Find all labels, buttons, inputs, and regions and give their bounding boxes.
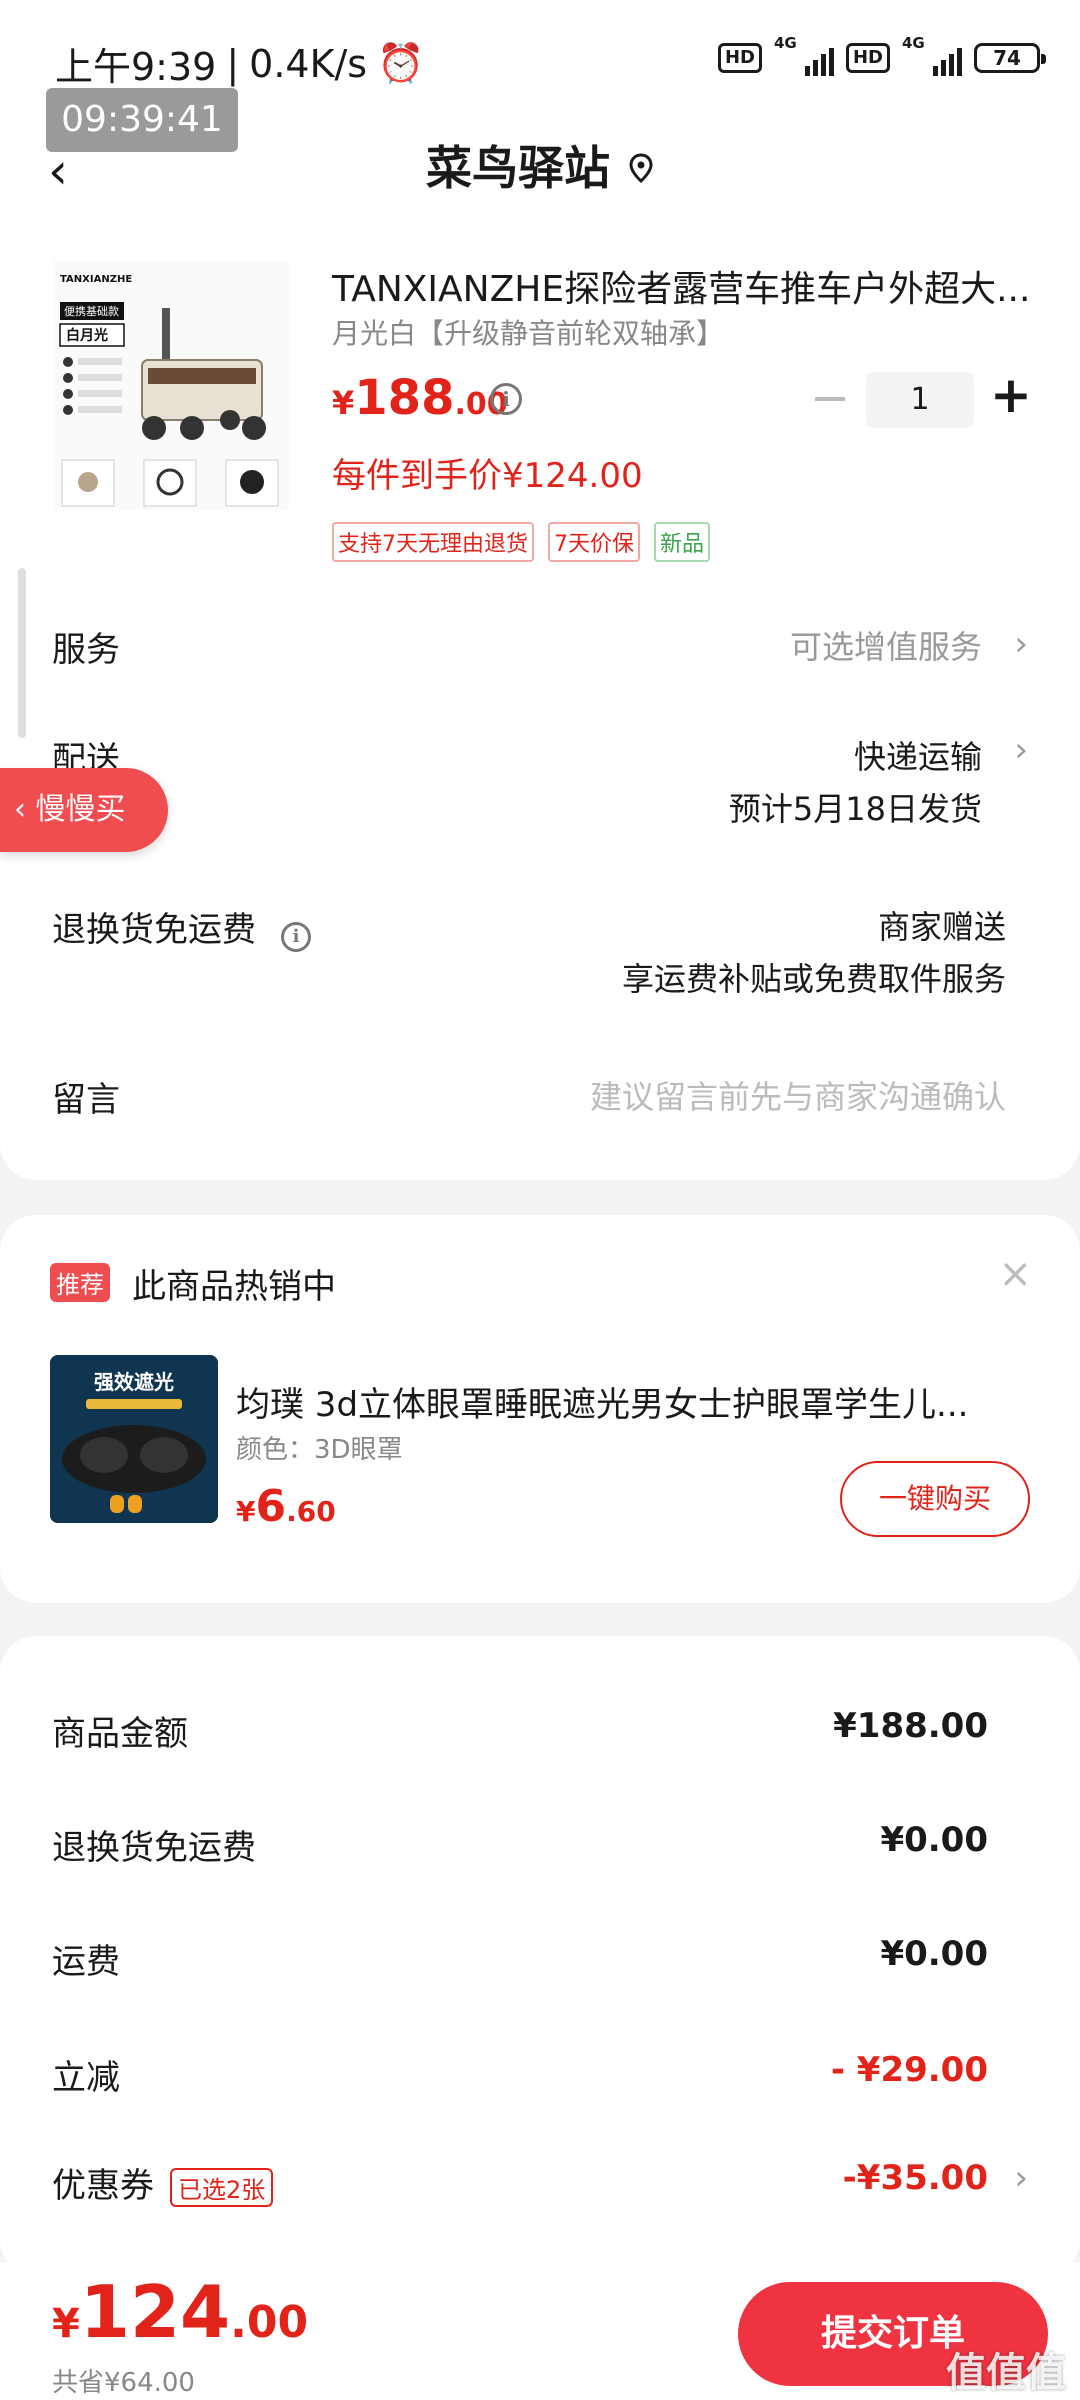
alarm-icon: ⏰ — [377, 41, 425, 85]
status-speed: 0.4K/s — [249, 41, 368, 86]
svg-text:便携基础款: 便携基础款 — [64, 304, 119, 318]
recommend-image[interactable]: 强效遮光 — [50, 1355, 218, 1523]
quantity-increase-button[interactable]: + — [990, 366, 1032, 424]
product-tags: 支持7天无理由退货 7天价保 新品 — [332, 522, 711, 562]
hd-icon: HD — [845, 43, 890, 73]
chevron-left-icon: ‹ — [14, 792, 26, 827]
order-card: TANXIANZHE 便携基础款 白月光 TANXIANZHE探险者露营车推车户… — [0, 220, 1080, 1180]
clock-overlay: 09:39:41 — [46, 88, 238, 152]
summary-row: 立减 - ¥29.00 — [52, 2050, 988, 2098]
recommend-spec: 颜色：3D眼罩 — [236, 1435, 403, 1465]
service-row[interactable]: 服务 可选增值服务 › — [52, 622, 1028, 671]
battery-icon: 74 — [974, 43, 1046, 73]
quantity-value[interactable]: 1 — [866, 372, 974, 428]
status-time: 上午9:39 — [55, 45, 217, 89]
chevron-right-icon: › — [1014, 624, 1028, 664]
final-unit-price: 每件到手价¥124.00 — [332, 456, 643, 496]
saved-amount: 共省¥64.00 — [52, 2368, 195, 2398]
coupon-count-tag: 已选2张 — [170, 2168, 274, 2207]
product-spec[interactable]: 月光白【升级静音前轮双轴承】 — [332, 312, 724, 352]
product-thumbnail[interactable]: TANXIANZHE 便携基础款 白月光 — [54, 260, 289, 510]
summary-row: 运费 ¥0.00 — [52, 1934, 988, 1982]
summary-row: 商品金额 ¥188.00 — [52, 1706, 988, 1754]
coupon-row[interactable]: 优惠券 已选2张 -¥35.00 › — [52, 2158, 1028, 2207]
info-icon[interactable]: i — [281, 921, 312, 952]
product-name[interactable]: TANXIANZHE探险者露营车推车户外超大... — [332, 260, 1032, 312]
signal-icon: 4G — [774, 34, 834, 76]
chevron-right-icon: › — [1014, 2158, 1028, 2198]
recommend-price: ¥6.60 — [236, 1481, 336, 1532]
delivery-date: 预计5月18日发货 — [728, 790, 982, 828]
tag-return: 支持7天无理由退货 — [332, 522, 534, 562]
chevron-right-icon: › — [1014, 730, 1028, 770]
recommend-card: 推荐 此商品热销中 × 强效遮光 均璞 3d立体眼罩睡眠遮光男女士护眼罩学生儿.… — [0, 1215, 1080, 1603]
status-right: HD 4G HD 4G 74 — [717, 34, 1046, 76]
tag-new: 新品 — [654, 522, 711, 562]
delivery-row[interactable]: 配送 快递运输 › 预计5月18日发货 — [52, 730, 1028, 828]
total-price: ¥124.00 — [52, 2270, 309, 2354]
hd-icon: HD — [717, 43, 762, 73]
scrollbar[interactable] — [18, 568, 26, 738]
quantity-decrease-button[interactable]: − — [810, 370, 850, 426]
recommend-tag: 推荐 — [50, 1263, 110, 1302]
watermark: 值值值 — [946, 2350, 1066, 2396]
return-shipping-row[interactable]: 退换货免运费 i 商家赠送 享运费补贴或免费取件服务 — [52, 902, 1028, 998]
tag-price-protect: 7天价保 — [548, 522, 640, 562]
price-info-icon[interactable]: i — [490, 383, 522, 415]
slow-buy-button[interactable]: ‹ 慢慢买 — [0, 768, 168, 852]
price-summary-card: 商品金额 ¥188.00 退换货免运费 ¥0.00 运费 ¥0.00 立减 - … — [0, 1636, 1080, 2276]
message-row[interactable]: 留言 建议留言前先与商家沟通确认 — [52, 1072, 1028, 1121]
message-input[interactable]: 建议留言前先与商家沟通确认 — [590, 1072, 1006, 1118]
svg-text:强效遮光: 强效遮光 — [94, 1370, 174, 1394]
svg-text:白月光: 白月光 — [66, 327, 108, 344]
location-pin-icon[interactable] — [628, 152, 654, 191]
status-left: 上午9:39 | 0.4K/s ⏰ — [55, 36, 424, 91]
recommend-title: 此商品热销中 — [132, 1267, 336, 1307]
svg-text:TANXIANZHE: TANXIANZHE — [60, 274, 132, 285]
signal-icon: 4G — [902, 34, 962, 76]
summary-row: 退换货免运费 ¥0.00 — [52, 1820, 988, 1868]
recommend-name[interactable]: 均璞 3d立体眼罩睡眠遮光男女士护眼罩学生儿... — [236, 1377, 1016, 1426]
product-price: ¥188.00 — [332, 370, 508, 426]
quick-buy-button[interactable]: 一键购买 — [840, 1461, 1030, 1537]
close-icon[interactable]: × — [998, 1251, 1032, 1297]
bottom-bar: ¥124.00 共省¥64.00 提交订单 — [0, 2262, 1080, 2400]
